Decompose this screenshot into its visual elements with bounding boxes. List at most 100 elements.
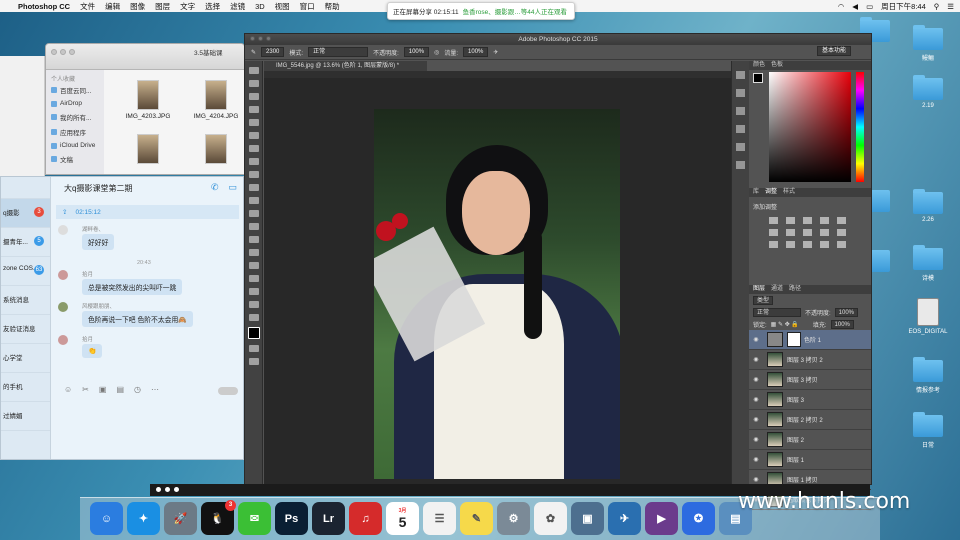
emoji-icon[interactable]: ☺ <box>64 385 72 394</box>
desktop-folder[interactable]: 鳗鲡 <box>908 25 948 62</box>
type-tool-icon[interactable] <box>248 262 259 269</box>
history-icon[interactable] <box>736 71 745 79</box>
menu-type[interactable]: 文字 <box>180 1 195 12</box>
eraser-tool-icon[interactable] <box>248 197 259 204</box>
history-brush-tool-icon[interactable] <box>248 184 259 191</box>
clone-panel-icon[interactable] <box>736 125 745 133</box>
avatar[interactable] <box>58 335 68 345</box>
search-icon[interactable]: ⚲ <box>934 2 940 11</box>
share-notice[interactable]: ⇪ 02:15:12 <box>56 205 239 219</box>
menu-app-name[interactable]: Photoshop CC <box>18 2 70 11</box>
file-icon[interactable]: ▤ <box>116 385 124 394</box>
hue-saturation-icon[interactable] <box>769 229 778 236</box>
dock-reminders-icon[interactable]: ☰ <box>423 502 456 535</box>
volume-icon[interactable]: ◀ <box>852 2 858 11</box>
dock-netease-music-icon[interactable]: ♫ <box>349 502 382 535</box>
menu-file[interactable]: 文件 <box>80 1 95 12</box>
battery-icon[interactable]: ▭ <box>866 2 873 11</box>
invert-icon[interactable] <box>769 241 778 248</box>
sidebar-item-applications[interactable]: 应用程序 <box>51 127 99 137</box>
tab-channels[interactable]: 通道 <box>771 285 783 294</box>
eyedropper-tool-icon[interactable] <box>248 132 259 139</box>
dock-finder-icon[interactable]: ☺ <box>90 502 123 535</box>
brush-tool-icon[interactable] <box>248 158 259 165</box>
screen-mode-icon[interactable] <box>248 358 259 365</box>
properties-icon[interactable] <box>736 89 745 97</box>
layer-row[interactable]: ◉ 图层 3 拷贝 2 <box>749 350 871 370</box>
dock-launchpad-icon[interactable]: 🚀 <box>164 502 197 535</box>
healing-tool-icon[interactable] <box>248 145 259 152</box>
brush-size[interactable]: 2300 <box>261 47 285 57</box>
desktop-folder[interactable]: 2.26 <box>908 189 948 223</box>
tab-layers[interactable]: 图层 <box>753 285 765 294</box>
conversation-search[interactable] <box>1 177 50 199</box>
conversation-item[interactable]: 系统消息 <box>1 286 50 315</box>
wifi-icon[interactable]: ◠ <box>838 2 845 11</box>
path-select-tool-icon[interactable] <box>248 275 259 282</box>
character-panel-icon[interactable] <box>736 143 745 151</box>
image-icon[interactable]: ▣ <box>99 385 107 394</box>
crop-tool-icon[interactable] <box>248 119 259 126</box>
sidebar-item-documents[interactable]: 文稿 <box>51 154 99 164</box>
quick-mask-icon[interactable] <box>248 345 259 352</box>
window-controls[interactable] <box>250 36 271 41</box>
sidebar-item-icloud[interactable]: iCloud Drive <box>51 142 99 149</box>
eye-icon[interactable]: ◉ <box>749 356 763 363</box>
eye-icon[interactable]: ◉ <box>749 456 763 463</box>
foreground-color[interactable] <box>753 73 763 83</box>
layer-row[interactable]: ◉ 图层 1 <box>749 450 871 470</box>
selective-color-icon[interactable] <box>837 241 846 248</box>
layer-kind-select[interactable]: 类型 <box>753 295 774 305</box>
color-picker-field[interactable] <box>769 72 851 182</box>
move-tool-icon[interactable] <box>248 67 259 74</box>
lock-icons[interactable]: ▦ ✎ ✥ 🔒 <box>771 321 799 328</box>
brush-panel-icon[interactable] <box>736 107 745 115</box>
layer-row[interactable]: ◉ 图层 3 <box>749 390 871 410</box>
airbrush-icon[interactable]: ✈ <box>493 49 498 56</box>
eye-icon[interactable]: ◉ <box>749 336 763 343</box>
curves-icon[interactable] <box>803 217 812 224</box>
flow-input[interactable]: 100% <box>463 47 489 57</box>
conversation-item[interactable]: q摄影 3 <box>1 199 50 228</box>
sidebar-item-baidu[interactable]: 百度云同... <box>51 85 99 95</box>
desktop-folder[interactable]: 2.19 <box>908 75 948 109</box>
clock-icon[interactable]: ◷ <box>134 385 141 394</box>
layer-opacity-input[interactable]: 100% <box>834 307 859 317</box>
file-item[interactable]: IMG_4203.JPG <box>116 80 180 120</box>
desktop-folder[interactable]: 情报参考 <box>908 357 948 394</box>
layer-row[interactable]: ◉ 图层 3 拷贝 <box>749 370 871 390</box>
hand-tool-icon[interactable] <box>248 301 259 308</box>
fill-input[interactable]: 100% <box>830 319 854 329</box>
menu-filter[interactable]: 滤镜 <box>230 1 245 12</box>
ps-canvas[interactable] <box>264 78 731 484</box>
tab-color[interactable]: 颜色 <box>753 61 765 70</box>
channel-mixer-icon[interactable] <box>837 229 846 236</box>
menu-3d[interactable]: 3D <box>255 2 265 11</box>
menu-edit[interactable]: 编辑 <box>105 1 120 12</box>
dock-xcode-icon[interactable]: ✈ <box>608 502 641 535</box>
conversation-item[interactable]: 友验证消息 <box>1 315 50 344</box>
opacity-input[interactable]: 100% <box>403 47 430 57</box>
dodge-tool-icon[interactable] <box>248 236 259 243</box>
black-white-icon[interactable] <box>803 229 812 236</box>
file-item[interactable] <box>116 134 180 167</box>
tab-swatches[interactable]: 色板 <box>771 61 783 70</box>
conversation-item[interactable]: 过婧媚 <box>1 402 50 431</box>
tab-adjustments[interactable]: 调整 <box>765 188 777 197</box>
vibrance-icon[interactable] <box>837 217 846 224</box>
paragraph-panel-icon[interactable] <box>736 161 745 169</box>
dock-safari-icon[interactable]: ✦ <box>127 502 160 535</box>
gradient-map-icon[interactable] <box>820 241 829 248</box>
shape-tool-icon[interactable] <box>248 288 259 295</box>
toggle-switch[interactable] <box>218 387 238 395</box>
gradient-tool-icon[interactable] <box>248 210 259 217</box>
document-tab[interactable]: IMG_5546.jpg @ 13.6% (色阶 1, 图层蒙版/8) * <box>264 61 427 71</box>
photo-filter-icon[interactable] <box>820 229 829 236</box>
eye-icon[interactable]: ◉ <box>749 476 763 483</box>
dock-lightroom-icon[interactable]: Lr <box>312 502 345 535</box>
layer-row[interactable]: ◉ 图层 2 <box>749 430 871 450</box>
dock-photos-icon[interactable]: ✿ <box>534 502 567 535</box>
screen-share-banner[interactable]: 正在屏幕分享 02:15:11 鱼香rose、摄影跟…等44人正在观看 <box>387 2 575 20</box>
lasso-tool-icon[interactable] <box>248 93 259 100</box>
avatar[interactable] <box>58 270 68 280</box>
